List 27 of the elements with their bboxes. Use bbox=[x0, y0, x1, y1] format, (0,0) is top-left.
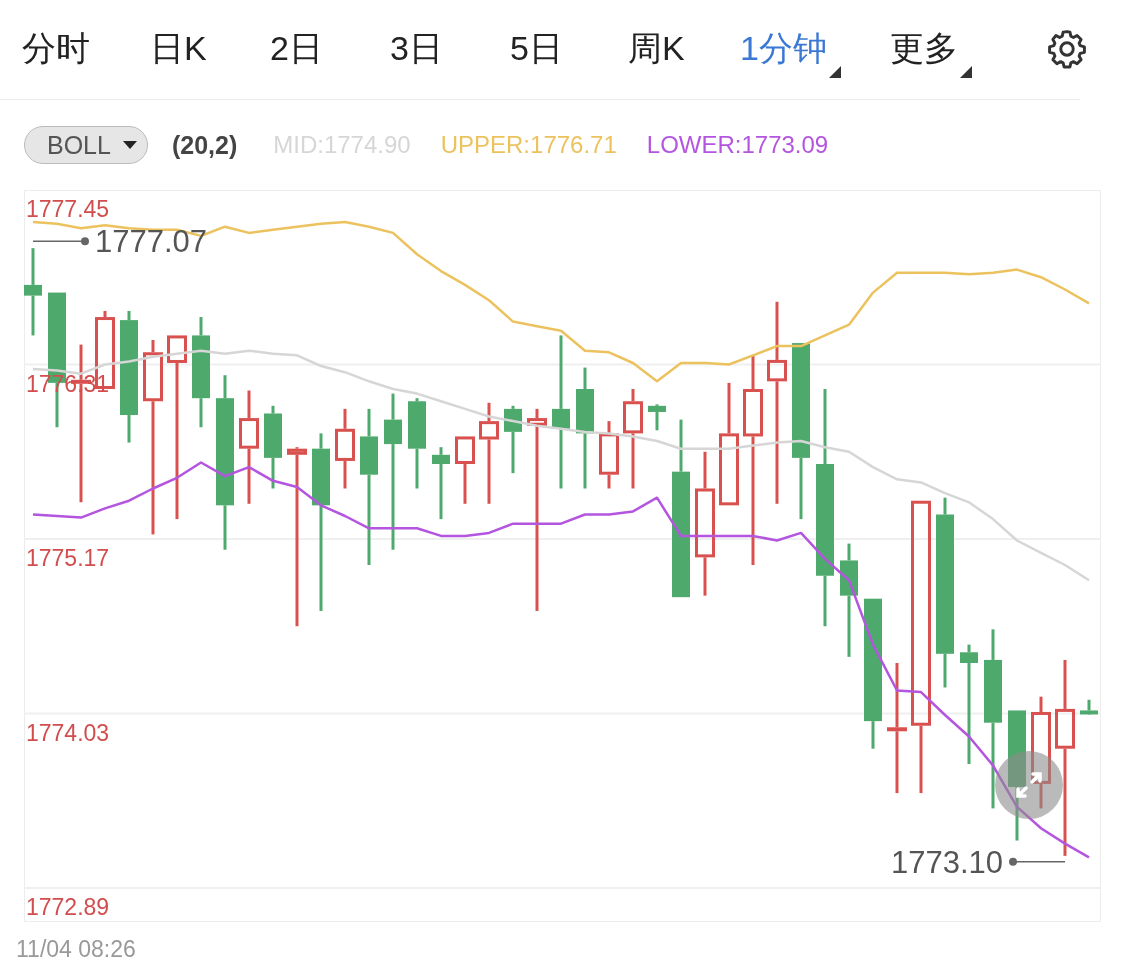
fullscreen-button[interactable] bbox=[995, 751, 1063, 819]
tab[interactable]: 更多 bbox=[890, 26, 958, 72]
tab[interactable]: 1分钟 bbox=[740, 26, 827, 72]
indicator-reading: LOWER:1773.09 bbox=[646, 131, 829, 159]
y-axis-label: 1772.89 bbox=[26, 894, 110, 920]
annotation: 1773.10 bbox=[890, 844, 1003, 880]
candlestick bbox=[504, 405, 522, 474]
candlestick bbox=[1080, 699, 1098, 715]
tab[interactable]: 周K bbox=[628, 26, 685, 72]
timestamp: 11/04 08:26 bbox=[16, 936, 136, 962]
settings-icon[interactable] bbox=[1045, 27, 1089, 71]
y-axis-label: 1775.17 bbox=[26, 545, 110, 571]
tab[interactable]: 2日 bbox=[270, 26, 323, 72]
indicator-reading: UPPER:1776.71 bbox=[440, 131, 617, 159]
indicator-params: (20,2) bbox=[171, 130, 238, 160]
candlestick bbox=[599, 421, 619, 489]
annotation: 1777.07 bbox=[95, 224, 208, 260]
y-axis-label: 1774.03 bbox=[26, 719, 110, 746]
tab[interactable]: 5日 bbox=[510, 26, 563, 72]
candlestick bbox=[455, 434, 475, 504]
caret-icon bbox=[122, 141, 137, 149]
candlestick bbox=[648, 404, 666, 431]
y-axis-label: 1777.45 bbox=[26, 196, 110, 222]
tab[interactable]: 日K bbox=[150, 26, 207, 72]
indicator-dropdown[interactable]: BOLL bbox=[24, 126, 148, 164]
tab[interactable]: 分时 bbox=[22, 26, 90, 72]
tab[interactable]: 3日 bbox=[390, 26, 443, 72]
